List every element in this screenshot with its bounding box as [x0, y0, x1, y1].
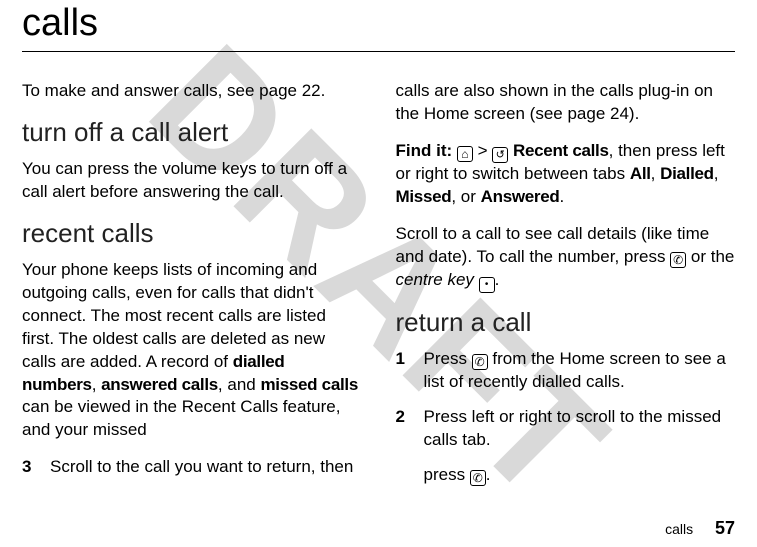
step-3: 3 Scroll to the call you want to return,… — [22, 456, 362, 479]
step-number: 1 — [396, 348, 410, 394]
call-key-icon — [670, 252, 686, 268]
press-line: press . — [424, 464, 736, 487]
column-right: calls are also shown in the calls plug-i… — [396, 80, 736, 501]
title-divider — [22, 51, 735, 52]
turn-off-alert-text: You can press the volume keys to turn of… — [22, 158, 362, 204]
scroll-call-text: Scroll to a call to see call details (li… — [396, 223, 736, 293]
call-key-icon — [472, 354, 488, 370]
term-answered-calls: answered calls — [101, 375, 218, 394]
recent-calls-text: Your phone keeps lists of incoming and o… — [22, 259, 362, 443]
step-number: 2 — [396, 406, 410, 452]
step-list-right: 1 Press from the Home screen to see a li… — [396, 348, 736, 452]
recent-icon — [492, 147, 508, 163]
column-left: To make and answer calls, see page 22. t… — [22, 80, 362, 501]
step-number: 3 — [22, 456, 36, 479]
step-list-left: 3 Scroll to the call you want to return,… — [22, 456, 362, 479]
step-text: Press left or right to scroll to the mis… — [424, 406, 736, 452]
page-footer: calls 57 — [665, 518, 735, 539]
term-missed-calls: missed calls — [260, 375, 358, 394]
menu-recent-calls: Recent calls — [513, 141, 609, 160]
section-recent-calls: recent calls — [22, 218, 362, 249]
footer-section-label: calls — [665, 521, 693, 537]
centre-key-icon — [479, 277, 495, 293]
tab-missed: Missed — [396, 187, 452, 206]
step-1: 1 Press from the Home screen to see a li… — [396, 348, 736, 394]
home-icon — [457, 146, 473, 162]
tab-all: All — [630, 164, 651, 183]
section-return-call: return a call — [396, 307, 736, 338]
find-it-line: Find it: > Recent calls, then press left… — [396, 140, 736, 209]
tab-dialled: Dialled — [660, 164, 714, 183]
footer-page-number: 57 — [715, 518, 735, 538]
step-text: Scroll to the call you want to return, t… — [50, 456, 362, 479]
call-key-icon — [470, 470, 486, 486]
tab-answered: Answered — [481, 187, 560, 206]
step-text: Press from the Home screen to see a list… — [424, 348, 736, 394]
step-2: 2 Press left or right to scroll to the m… — [396, 406, 736, 452]
find-it-label: Find it: — [396, 141, 453, 160]
centre-key-label: centre key — [396, 270, 474, 289]
page-title: calls — [22, 0, 735, 51]
section-turn-off-alert: turn off a call alert — [22, 117, 362, 148]
intro-text: To make and answer calls, see page 22. — [22, 80, 362, 103]
plugin-text: calls are also shown in the calls plug-i… — [396, 80, 736, 126]
